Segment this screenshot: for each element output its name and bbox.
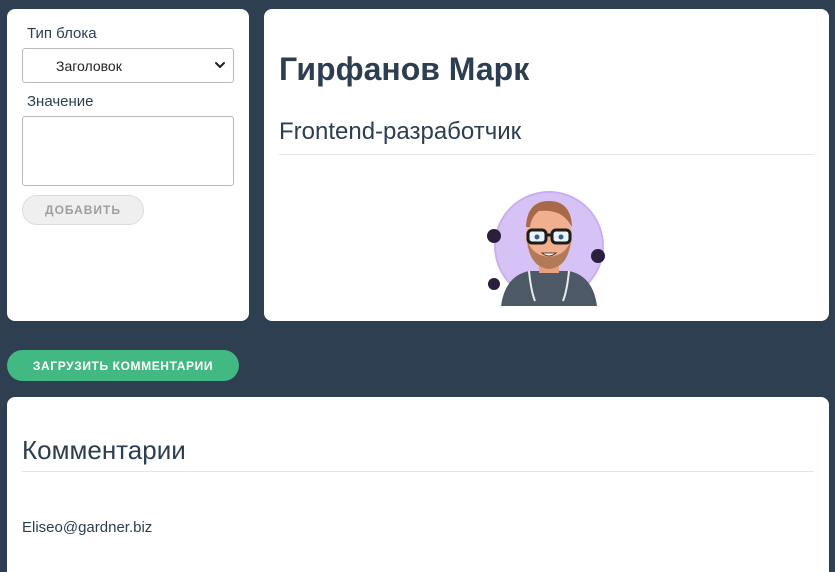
- value-textarea[interactable]: [22, 116, 234, 186]
- profile-role: Frontend-разработчик: [279, 118, 522, 145]
- block-type-label: Тип блока: [27, 25, 97, 42]
- profile-card: Гирфанов Марк Frontend-разработчик: [264, 9, 829, 321]
- block-type-selected-value: Заголовок: [56, 58, 122, 74]
- comments-title: Комментарии: [22, 435, 186, 465]
- comments-card: Комментарии Eliseo@gardner.biz: [7, 397, 829, 572]
- load-comments-button[interactable]: ЗАГРУЗИТЬ КОММЕНТАРИИ: [7, 350, 239, 381]
- profile-divider: [279, 154, 814, 155]
- value-label: Значение: [27, 93, 94, 110]
- block-type-select[interactable]: Заголовок: [22, 48, 234, 83]
- profile-name: Гирфанов Марк: [279, 51, 530, 87]
- comment-email: Eliseo@gardner.biz: [22, 519, 153, 536]
- avatar-illustration: [487, 191, 605, 306]
- block-form-card: Тип блока Заголовок Значение ДОБАВИТЬ: [7, 9, 249, 321]
- comments-divider: [22, 471, 814, 472]
- chevron-down-icon: [215, 62, 225, 68]
- add-button[interactable]: ДОБАВИТЬ: [22, 195, 144, 225]
